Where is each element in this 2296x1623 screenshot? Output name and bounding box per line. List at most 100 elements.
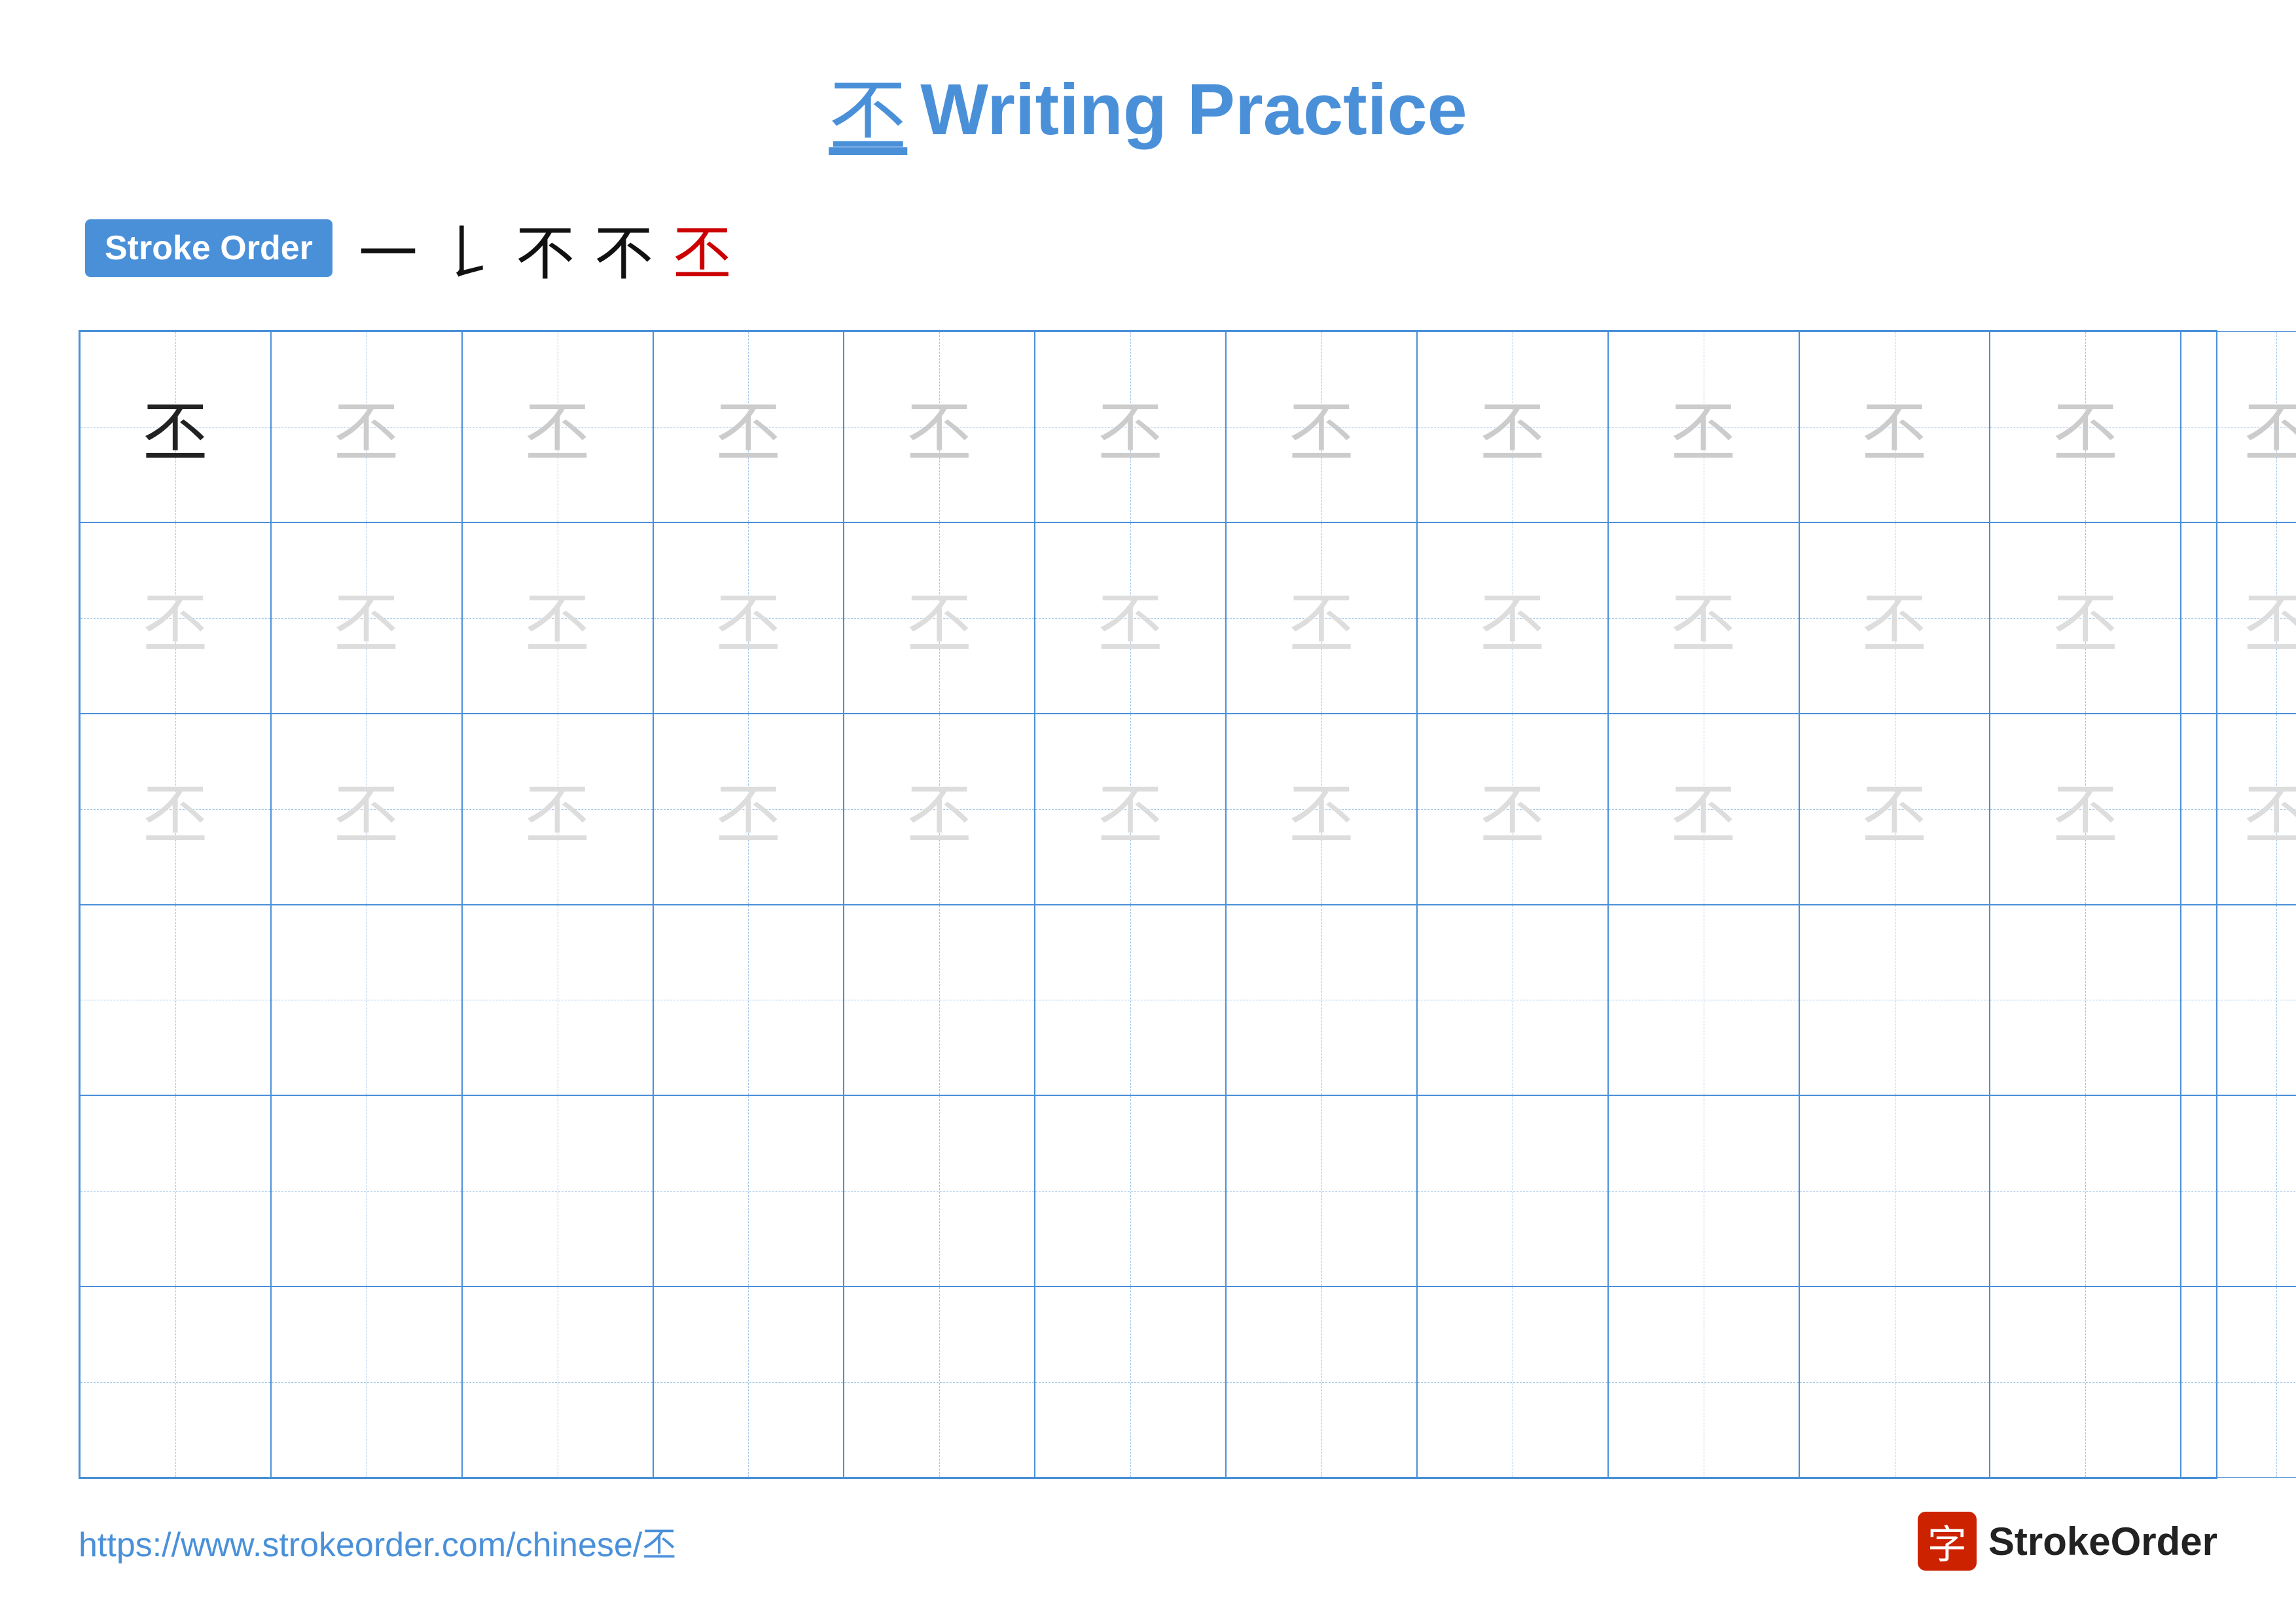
stroke-3: 不 <box>516 206 575 291</box>
grid-cell-r1-c10[interactable]: 丕 <box>1990 522 2181 714</box>
grid-cell-r5-c5[interactable] <box>1035 1286 1226 1478</box>
grid-cell-r4-c11[interactable] <box>2181 1095 2296 1286</box>
grid-cell-r4-c9[interactable] <box>1799 1095 1990 1286</box>
grid-cell-r0-c10[interactable]: 丕 <box>1990 331 2181 522</box>
grid-cell-r4-c8[interactable] <box>1608 1095 1799 1286</box>
grid-cell-r5-c4[interactable] <box>844 1286 1035 1478</box>
grid-cell-r5-c1[interactable] <box>271 1286 462 1478</box>
grid-cell-r4-c7[interactable] <box>1417 1095 1608 1286</box>
title-chinese-char: 丕 <box>829 52 907 166</box>
logo-icon: 字 <box>1918 1512 1977 1571</box>
grid-cell-r0-c11[interactable]: 丕 <box>2181 331 2296 522</box>
grid-cell-r4-c5[interactable] <box>1035 1095 1226 1286</box>
grid-cell-r2-c11[interactable]: 丕 <box>2181 714 2296 905</box>
grid-cell-r0-c5[interactable]: 丕 <box>1035 331 1226 522</box>
practice-grid[interactable]: 丕丕丕丕丕丕丕丕丕丕丕丕丕丕丕丕丕丕丕丕丕丕丕丕丕丕丕丕丕丕丕丕丕丕丕丕丕丕丕 <box>79 330 2217 1479</box>
cell-char: 丕 <box>2244 570 2296 665</box>
grid-cell-r3-c8[interactable] <box>1608 905 1799 1096</box>
cell-char: 丕 <box>906 570 972 665</box>
grid-cell-r4-c10[interactable] <box>1990 1095 2181 1286</box>
cell-char: 丕 <box>1480 570 1545 665</box>
cell-char: 丕 <box>715 570 781 665</box>
grid-cell-r0-c8[interactable]: 丕 <box>1608 331 1799 522</box>
grid-cell-r2-c8[interactable]: 丕 <box>1608 714 1799 905</box>
cell-char: 丕 <box>1671 379 1736 474</box>
grid-cell-r1-c5[interactable]: 丕 <box>1035 522 1226 714</box>
grid-cell-r2-c6[interactable]: 丕 <box>1226 714 1417 905</box>
grid-cell-r1-c8[interactable]: 丕 <box>1608 522 1799 714</box>
grid-cell-r1-c9[interactable]: 丕 <box>1799 522 1990 714</box>
grid-cell-r1-c11[interactable]: 丕 <box>2181 522 2296 714</box>
grid-cell-r0-c1[interactable]: 丕 <box>271 331 462 522</box>
grid-cell-r3-c5[interactable] <box>1035 905 1226 1096</box>
grid-cell-r2-c7[interactable]: 丕 <box>1417 714 1608 905</box>
grid-cell-r4-c2[interactable] <box>462 1095 653 1286</box>
grid-cell-r3-c7[interactable] <box>1417 905 1608 1096</box>
cell-char: 丕 <box>906 761 972 856</box>
cell-char: 丕 <box>715 761 781 856</box>
grid-cell-r1-c0[interactable]: 丕 <box>80 522 271 714</box>
grid-cell-r0-c7[interactable]: 丕 <box>1417 331 1608 522</box>
grid-cell-r3-c3[interactable] <box>653 905 844 1096</box>
grid-cell-r4-c3[interactable] <box>653 1095 844 1286</box>
grid-cell-r3-c10[interactable] <box>1990 905 2181 1096</box>
grid-cell-r5-c2[interactable] <box>462 1286 653 1478</box>
grid-cell-r5-c0[interactable] <box>80 1286 271 1478</box>
grid-cell-r4-c1[interactable] <box>271 1095 462 1286</box>
grid-cell-r5-c8[interactable] <box>1608 1286 1799 1478</box>
cell-char: 丕 <box>1671 570 1736 665</box>
grid-cell-r0-c6[interactable]: 丕 <box>1226 331 1417 522</box>
grid-cell-r5-c9[interactable] <box>1799 1286 1990 1478</box>
grid-cell-r2-c4[interactable]: 丕 <box>844 714 1035 905</box>
footer-logo: 字 StrokeOrder <box>1918 1512 2217 1571</box>
grid-cell-r0-c4[interactable]: 丕 <box>844 331 1035 522</box>
cell-char: 丕 <box>1671 761 1736 856</box>
grid-cell-r0-c9[interactable]: 丕 <box>1799 331 1990 522</box>
grid-cell-r2-c5[interactable]: 丕 <box>1035 714 1226 905</box>
cell-char: 丕 <box>1289 379 1354 474</box>
grid-cell-r3-c2[interactable] <box>462 905 653 1096</box>
grid-cell-r2-c2[interactable]: 丕 <box>462 714 653 905</box>
grid-cell-r3-c4[interactable] <box>844 905 1035 1096</box>
grid-cell-r1-c2[interactable]: 丕 <box>462 522 653 714</box>
grid-cell-r3-c6[interactable] <box>1226 905 1417 1096</box>
grid-cell-r5-c10[interactable] <box>1990 1286 2181 1478</box>
grid-cell-r3-c9[interactable] <box>1799 905 1990 1096</box>
grid-cell-r4-c4[interactable] <box>844 1095 1035 1286</box>
grid-cell-r2-c10[interactable]: 丕 <box>1990 714 2181 905</box>
grid-cell-r1-c6[interactable]: 丕 <box>1226 522 1417 714</box>
grid-cell-r0-c2[interactable]: 丕 <box>462 331 653 522</box>
footer: https://www.strokeorder.com/chinese/丕 字 … <box>79 1512 2217 1571</box>
grid-cell-r1-c3[interactable]: 丕 <box>653 522 844 714</box>
cell-char: 丕 <box>2053 379 2118 474</box>
cell-char: 丕 <box>1862 379 1928 474</box>
cell-char: 丕 <box>715 379 781 474</box>
grid-cell-r0-c0[interactable]: 丕 <box>80 331 271 522</box>
grid-cell-r3-c1[interactable] <box>271 905 462 1096</box>
stroke-order-row: Stroke Order 一 𠄌 不 不 丕 <box>79 206 2217 291</box>
grid-cell-r3-c0[interactable] <box>80 905 271 1096</box>
grid-cell-r0-c3[interactable]: 丕 <box>653 331 844 522</box>
cell-char: 丕 <box>1480 379 1545 474</box>
cell-char: 丕 <box>1480 761 1545 856</box>
grid-cell-r4-c0[interactable] <box>80 1095 271 1286</box>
stroke-2: 𠄌 <box>437 206 496 291</box>
grid-cell-r1-c7[interactable]: 丕 <box>1417 522 1608 714</box>
grid-cell-r2-c1[interactable]: 丕 <box>271 714 462 905</box>
grid-cell-r5-c3[interactable] <box>653 1286 844 1478</box>
grid-cell-r2-c3[interactable]: 丕 <box>653 714 844 905</box>
cell-char: 丕 <box>1098 761 1163 856</box>
grid-cell-r2-c0[interactable]: 丕 <box>80 714 271 905</box>
cell-char: 丕 <box>525 570 590 665</box>
cell-char: 丕 <box>525 379 590 474</box>
grid-cell-r5-c6[interactable] <box>1226 1286 1417 1478</box>
grid-cell-r4-c6[interactable] <box>1226 1095 1417 1286</box>
logo-char: 字 <box>1928 1513 1967 1570</box>
grid-cell-r3-c11[interactable] <box>2181 905 2296 1096</box>
grid-cell-r1-c4[interactable]: 丕 <box>844 522 1035 714</box>
grid-cell-r2-c9[interactable]: 丕 <box>1799 714 1990 905</box>
grid-cell-r5-c7[interactable] <box>1417 1286 1608 1478</box>
cell-char: 丕 <box>2244 761 2296 856</box>
grid-cell-r5-c11[interactable] <box>2181 1286 2296 1478</box>
grid-cell-r1-c1[interactable]: 丕 <box>271 522 462 714</box>
